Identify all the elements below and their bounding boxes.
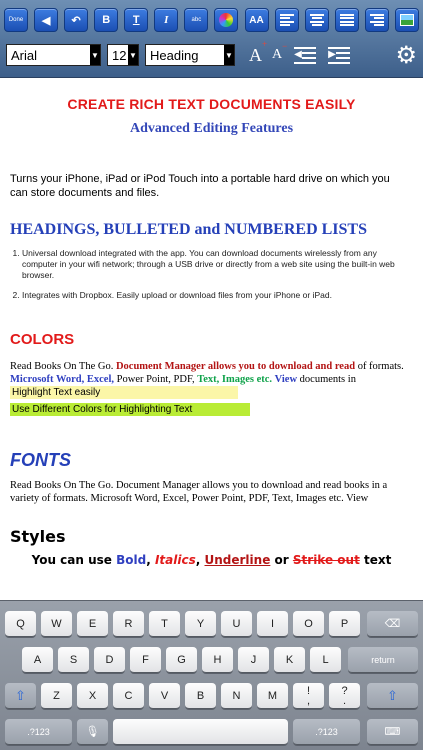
align-right-icon (369, 14, 384, 26)
key-j[interactable]: J (238, 647, 269, 673)
gear-icon: ⚙ (395, 41, 417, 69)
styles-line: You can use Bold, Italics, Underline or … (31, 553, 392, 567)
align-justify-button[interactable] (334, 8, 359, 32)
toolbar-row-2: Arial ▼ 12 ▼ Heading ▼ A + A − ◀ ▶ ⚙ (6, 39, 417, 70)
highlighted-text-green: Use Different Colors for Highlighting Te… (10, 403, 250, 416)
undo-button[interactable]: ↶ (64, 8, 89, 32)
font-size-button[interactable]: AA (244, 8, 269, 32)
key-q[interactable]: Q (5, 611, 36, 637)
key-o[interactable]: O (293, 611, 324, 637)
back-arrow-icon: ◀ (41, 14, 51, 27)
list-item: Integrates with Dropbox. Easily upload o… (22, 290, 400, 301)
plus-icon: + (262, 38, 268, 49)
key-y[interactable]: Y (185, 611, 216, 637)
key-g[interactable]: G (166, 647, 197, 673)
palette-icon (219, 13, 234, 27)
bold-button[interactable]: B (94, 8, 119, 32)
shift-icon: ⇧ (387, 687, 398, 703)
key-x[interactable]: X (77, 683, 108, 709)
key-m[interactable]: M (257, 683, 288, 709)
key-t[interactable]: T (149, 611, 180, 637)
space-key[interactable] (113, 719, 288, 745)
app: Done ◀ ↶ B T I abc AA Arial ▼ 12 ▼ Headi… (0, 0, 423, 750)
align-justify-icon (339, 14, 354, 26)
underline-button[interactable]: T (124, 8, 149, 32)
fonts-heading: FONTS (10, 450, 71, 470)
key-exclaim-comma[interactable]: !, (293, 683, 324, 709)
key-v[interactable]: V (149, 683, 180, 709)
align-left-icon (279, 14, 294, 26)
key-r[interactable]: R (113, 611, 144, 637)
shift-icon: ⇧ (15, 687, 26, 703)
fonts-paragraph: Read Books On The Go. Document Manager a… (10, 480, 388, 504)
key-d[interactable]: D (94, 647, 125, 673)
document-editor[interactable]: CREATE RICH TEXT DOCUMENTS EASILY Advanc… (0, 78, 423, 600)
key-l[interactable]: L (310, 647, 341, 673)
font-size-select[interactable]: 12 ▼ (107, 44, 139, 66)
key-a[interactable]: A (22, 647, 53, 673)
colors-heading: COLORS (10, 331, 75, 348)
document-title: CREATE RICH TEXT DOCUMENTS EASILY (67, 96, 356, 112)
key-k[interactable]: K (274, 647, 305, 673)
key-s[interactable]: S (58, 647, 89, 673)
paragraph-style-select[interactable]: Heading ▼ (145, 44, 235, 66)
settings-button[interactable]: ⚙ (395, 41, 417, 70)
dropdown-arrow-icon: ▼ (90, 45, 100, 65)
align-center-icon (309, 14, 324, 26)
align-right-button[interactable] (364, 8, 389, 32)
microphone-icon: 🎙 (85, 726, 100, 738)
key-e[interactable]: E (77, 611, 108, 637)
lists-heading: HEADINGS, BULLETED and NUMBERED LISTS (10, 221, 367, 238)
minus-icon: − (282, 41, 288, 51)
key-c[interactable]: C (113, 683, 144, 709)
list-item: Universal download integrated with the a… (22, 248, 400, 281)
dictation-key[interactable]: 🎙 (77, 719, 108, 745)
align-center-button[interactable] (304, 8, 329, 32)
backspace-key[interactable]: ⌫ (367, 611, 418, 637)
numbers-key-right[interactable]: .?123 (293, 719, 360, 745)
font-family-select[interactable]: Arial ▼ (6, 44, 101, 66)
shift-key-left[interactable]: ⇧ (5, 683, 36, 709)
keyboard-hide-icon: ⌨ (384, 726, 401, 738)
key-question-period[interactable]: ?. (329, 683, 360, 709)
backspace-icon: ⌫ (384, 618, 401, 630)
key-z[interactable]: Z (41, 683, 72, 709)
strikethrough-button[interactable]: abc (184, 8, 209, 32)
key-w[interactable]: W (41, 611, 72, 637)
indent-button[interactable]: ▶ (328, 47, 351, 64)
numbers-key-left[interactable]: .?123 (5, 719, 72, 745)
intro-paragraph: Turns your iPhone, iPad or iPod Touch in… (10, 173, 390, 199)
numbered-list: Universal download integrated with the a… (22, 248, 400, 310)
toolbar-row-1: Done ◀ ↶ B T I abc AA (4, 6, 419, 34)
shift-key-right[interactable]: ⇧ (367, 683, 418, 709)
undo-icon: ↶ (71, 14, 81, 27)
outdent-button[interactable]: ◀ (294, 47, 317, 64)
hide-keyboard-key[interactable]: ⌨ (367, 719, 418, 745)
back-button[interactable]: ◀ (34, 8, 59, 32)
return-key[interactable]: return (348, 647, 418, 673)
key-h[interactable]: H (202, 647, 233, 673)
align-left-button[interactable] (274, 8, 299, 32)
key-f[interactable]: F (130, 647, 161, 673)
done-button[interactable]: Done (4, 8, 28, 32)
highlighted-text-yellow: Highlight Text easily (10, 386, 238, 399)
styles-heading: Styles (10, 527, 66, 546)
shrink-font-button[interactable]: A − (272, 41, 287, 63)
onscreen-keyboard: Q W E R T Y U I O P ⌫ A S D F G H J K L … (0, 600, 423, 750)
key-i[interactable]: I (257, 611, 288, 637)
formatting-toolbar: Done ◀ ↶ B T I abc AA Arial ▼ 12 ▼ Headi… (0, 0, 423, 78)
key-b[interactable]: B (185, 683, 216, 709)
colors-paragraph: Read Books On The Go. Document Manager a… (10, 361, 404, 385)
italic-button[interactable]: I (154, 8, 179, 32)
key-u[interactable]: U (221, 611, 252, 637)
insert-image-button[interactable] (394, 8, 419, 32)
color-palette-button[interactable] (214, 8, 239, 32)
key-n[interactable]: N (221, 683, 252, 709)
key-p[interactable]: P (329, 611, 360, 637)
dropdown-arrow-icon: ▼ (224, 45, 234, 65)
dropdown-arrow-icon: ▼ (128, 45, 138, 65)
grow-font-button[interactable]: A + (249, 39, 267, 66)
document-subtitle: Advanced Editing Features (129, 121, 294, 136)
image-icon (399, 14, 414, 26)
